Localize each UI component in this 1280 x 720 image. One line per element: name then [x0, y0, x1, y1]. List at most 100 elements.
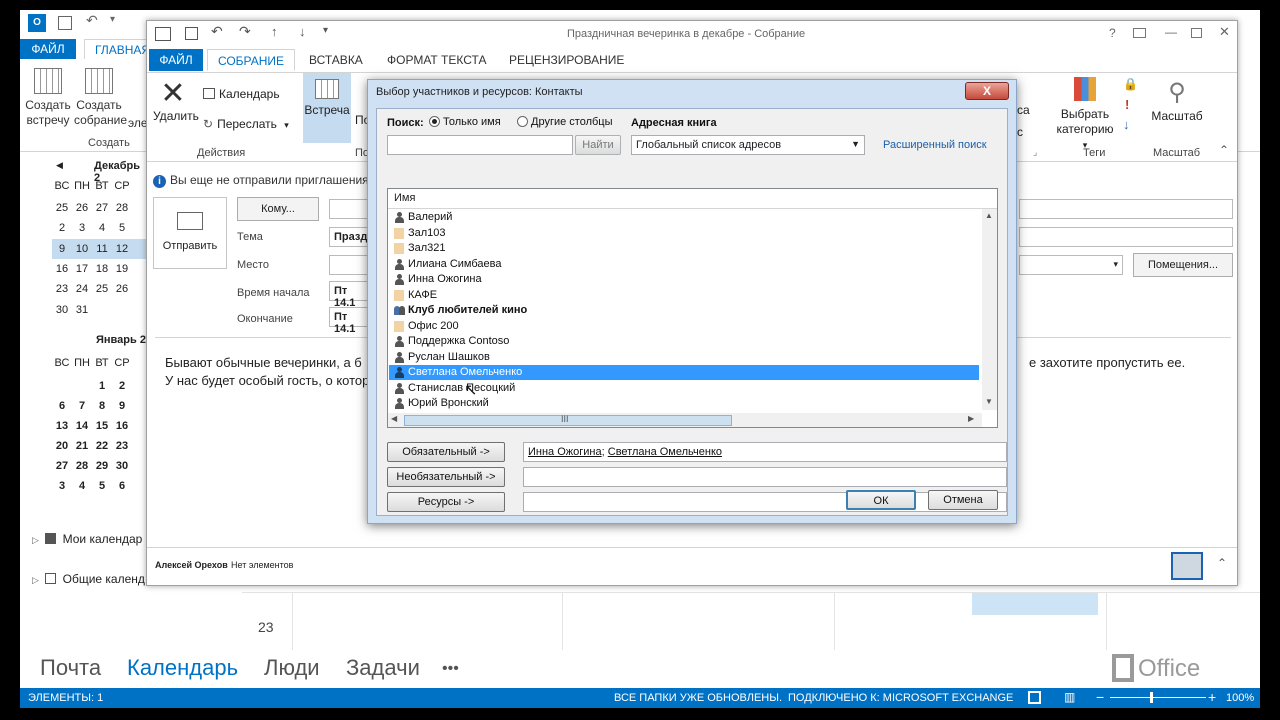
checkbox[interactable] — [45, 573, 57, 584]
week-row[interactable]: 3456 — [52, 476, 148, 496]
selected-slot[interactable] — [972, 593, 1098, 615]
nav-tasks[interactable]: Задачи — [346, 655, 420, 681]
scroll-down-icon[interactable]: ▼ — [985, 397, 993, 406]
collapse-ribbon-icon[interactable]: ⌃ — [1219, 143, 1229, 157]
radio-name-only[interactable]: Только имя — [429, 116, 501, 128]
week-row[interactable]: 12 — [52, 376, 148, 396]
zoom-out-icon[interactable]: − — [1096, 689, 1104, 705]
nav-more[interactable]: ••• — [442, 660, 459, 678]
horizontal-scrollbar[interactable]: ◀ III ▶ — [388, 413, 982, 427]
nav-mail[interactable]: Почта — [40, 655, 101, 681]
contact-row[interactable]: Юрий Вронский — [389, 396, 979, 411]
week-row[interactable]: 2345 — [52, 218, 148, 238]
nav-people[interactable]: Люди — [264, 655, 320, 681]
tab-insert[interactable]: ВСТАВКА — [309, 49, 363, 71]
required-attendee-2[interactable]: Светлана Омельченко — [608, 446, 722, 458]
expand-icon[interactable]: ▷ — [32, 535, 39, 545]
new-meeting-button[interactable]: Создать встречу — [24, 68, 72, 128]
tab-format-text[interactable]: ФОРМАТ ТЕКСТА — [387, 49, 486, 71]
new-assembly-button[interactable]: Создать собрание — [74, 68, 127, 128]
radio-icon[interactable] — [517, 116, 528, 127]
contact-row[interactable]: Станислав Песоцкий — [389, 381, 979, 396]
contact-row[interactable]: Поддержка Contoso — [389, 334, 979, 349]
to-button[interactable]: Кому... — [237, 197, 319, 221]
calendar-grid[interactable]: 23 — [242, 592, 1260, 653]
normal-view-icon[interactable] — [1028, 691, 1041, 704]
chevron-down-icon[interactable]: ▼ — [851, 139, 860, 149]
contacts-list[interactable]: Имя Валерий Зал103 Зал321 Илиана Симбаева Ин… — [387, 188, 998, 428]
contact-row[interactable]: Зал103 — [389, 226, 979, 241]
meeting-view-button[interactable]: Встреча — [303, 73, 351, 143]
help-icon[interactable]: ? — [1109, 26, 1116, 40]
optional-field[interactable] — [523, 467, 1007, 487]
zoom-button[interactable]: ⚲ Масштаб — [1147, 77, 1207, 123]
nav-calendar[interactable]: Календарь — [127, 655, 238, 681]
zoom-in-icon[interactable]: + — [1208, 689, 1216, 705]
rooms-button[interactable]: Помещения... — [1133, 253, 1233, 277]
week-row[interactable]: 20 21 22 23 — [52, 436, 148, 456]
delete-button[interactable]: ✕ Удалить — [153, 79, 199, 124]
private-lock-icon[interactable]: 🔒 — [1123, 77, 1138, 91]
save-icon[interactable] — [185, 27, 198, 40]
expand-pane-icon[interactable]: ⌃ — [1217, 556, 1227, 570]
scroll-left-icon[interactable]: ◀ — [391, 414, 397, 423]
tab-file[interactable]: ФАЙЛ — [20, 39, 76, 59]
subject-field[interactable]: Празд — [329, 227, 369, 247]
zoom-slider[interactable] — [1110, 697, 1206, 698]
search-input[interactable] — [387, 135, 573, 155]
down-arrow-icon[interactable]: ↓ — [299, 24, 306, 39]
undo-icon[interactable]: ↶ — [211, 23, 223, 40]
checkbox[interactable] — [45, 533, 57, 544]
redo-icon[interactable]: ↷ — [239, 23, 251, 40]
dialog-close-button[interactable]: X — [965, 82, 1009, 100]
tab-review[interactable]: РЕЦЕНЗИРОВАНИЕ — [509, 49, 624, 71]
forward-button[interactable]: ↻ Переслать ▾ — [203, 117, 289, 131]
chevron-down-icon[interactable]: ▾ — [1113, 259, 1118, 270]
week-row[interactable]: 27 28 29 30 — [52, 456, 148, 476]
required-button[interactable]: Обязательный -> — [387, 442, 505, 462]
prev-month-icon[interactable]: ◀ — [56, 160, 63, 171]
start-date-field[interactable]: Пт 14.1 — [329, 281, 369, 309]
contact-row[interactable]: Зал321 — [389, 241, 979, 256]
contact-row[interactable]: КАФЕ — [389, 288, 979, 303]
to-field[interactable] — [329, 199, 369, 219]
scroll-up-icon[interactable]: ▲ — [985, 211, 993, 220]
low-importance-icon[interactable]: ↓ — [1123, 117, 1130, 132]
vertical-scrollbar[interactable]: ▲ ▼ — [982, 209, 997, 410]
required-field[interactable]: Инна Ожогина; Светлана Омельченко — [523, 442, 1007, 462]
optional-button[interactable]: Необязательный -> — [387, 467, 505, 487]
maximize-icon[interactable] — [1191, 28, 1202, 38]
contact-row[interactable]: Офис 200 — [389, 319, 979, 334]
ribbon-display-icon[interactable] — [1133, 28, 1146, 38]
ok-button[interactable]: ОК — [846, 490, 916, 510]
week-row[interactable]: 6789 — [52, 396, 148, 416]
quick-access-dropdown-icon[interactable]: ▾ — [323, 25, 328, 36]
up-arrow-icon[interactable]: ↑ — [271, 24, 278, 39]
advanced-search-link[interactable]: Расширенный поиск — [883, 139, 987, 151]
dialog-launcher-icon[interactable]: ⌟ — [1033, 147, 1037, 158]
save-icon[interactable] — [58, 16, 72, 30]
reading-view-icon[interactable]: ▥ — [1064, 690, 1075, 704]
contact-row[interactable]: Инна Ожогина — [389, 272, 979, 287]
subject-field-right[interactable] — [1019, 227, 1233, 247]
contact-row[interactable]: Клуб любителей кино — [389, 303, 979, 318]
cancel-button[interactable]: Отмена — [928, 490, 998, 510]
find-button[interactable]: Найти — [575, 135, 621, 155]
resources-button[interactable]: Ресурсы -> — [387, 492, 505, 512]
contact-row[interactable]: Валерий — [389, 210, 979, 225]
folder-shared-calendars[interactable]: ▷ Общие календ — [32, 572, 145, 586]
column-header-name[interactable]: Имя — [388, 189, 997, 209]
tab-meeting[interactable]: СОБРАНИЕ — [207, 49, 295, 71]
location-field-right[interactable]: ▾ — [1019, 255, 1123, 275]
folder-my-calendars[interactable]: ▷ Мои календар — [32, 532, 142, 546]
calendar-button[interactable]: Календарь — [203, 87, 280, 101]
location-field[interactable] — [329, 255, 369, 275]
quick-access-dropdown-icon[interactable]: ▾ — [110, 14, 115, 25]
week-row-selected[interactable]: 9 10 11 12 — [52, 239, 148, 259]
radio-selected-icon[interactable] — [429, 116, 440, 127]
choose-category-button[interactable]: Выбрать категорию ▾ — [1055, 77, 1115, 153]
week-row[interactable]: 23 24 25 26 — [52, 279, 148, 299]
required-attendee-1[interactable]: Инна Ожогина — [528, 446, 602, 458]
week-row[interactable]: 13 14 15 16 — [52, 416, 148, 436]
week-row[interactable]: 25 26 27 28 — [52, 198, 148, 218]
